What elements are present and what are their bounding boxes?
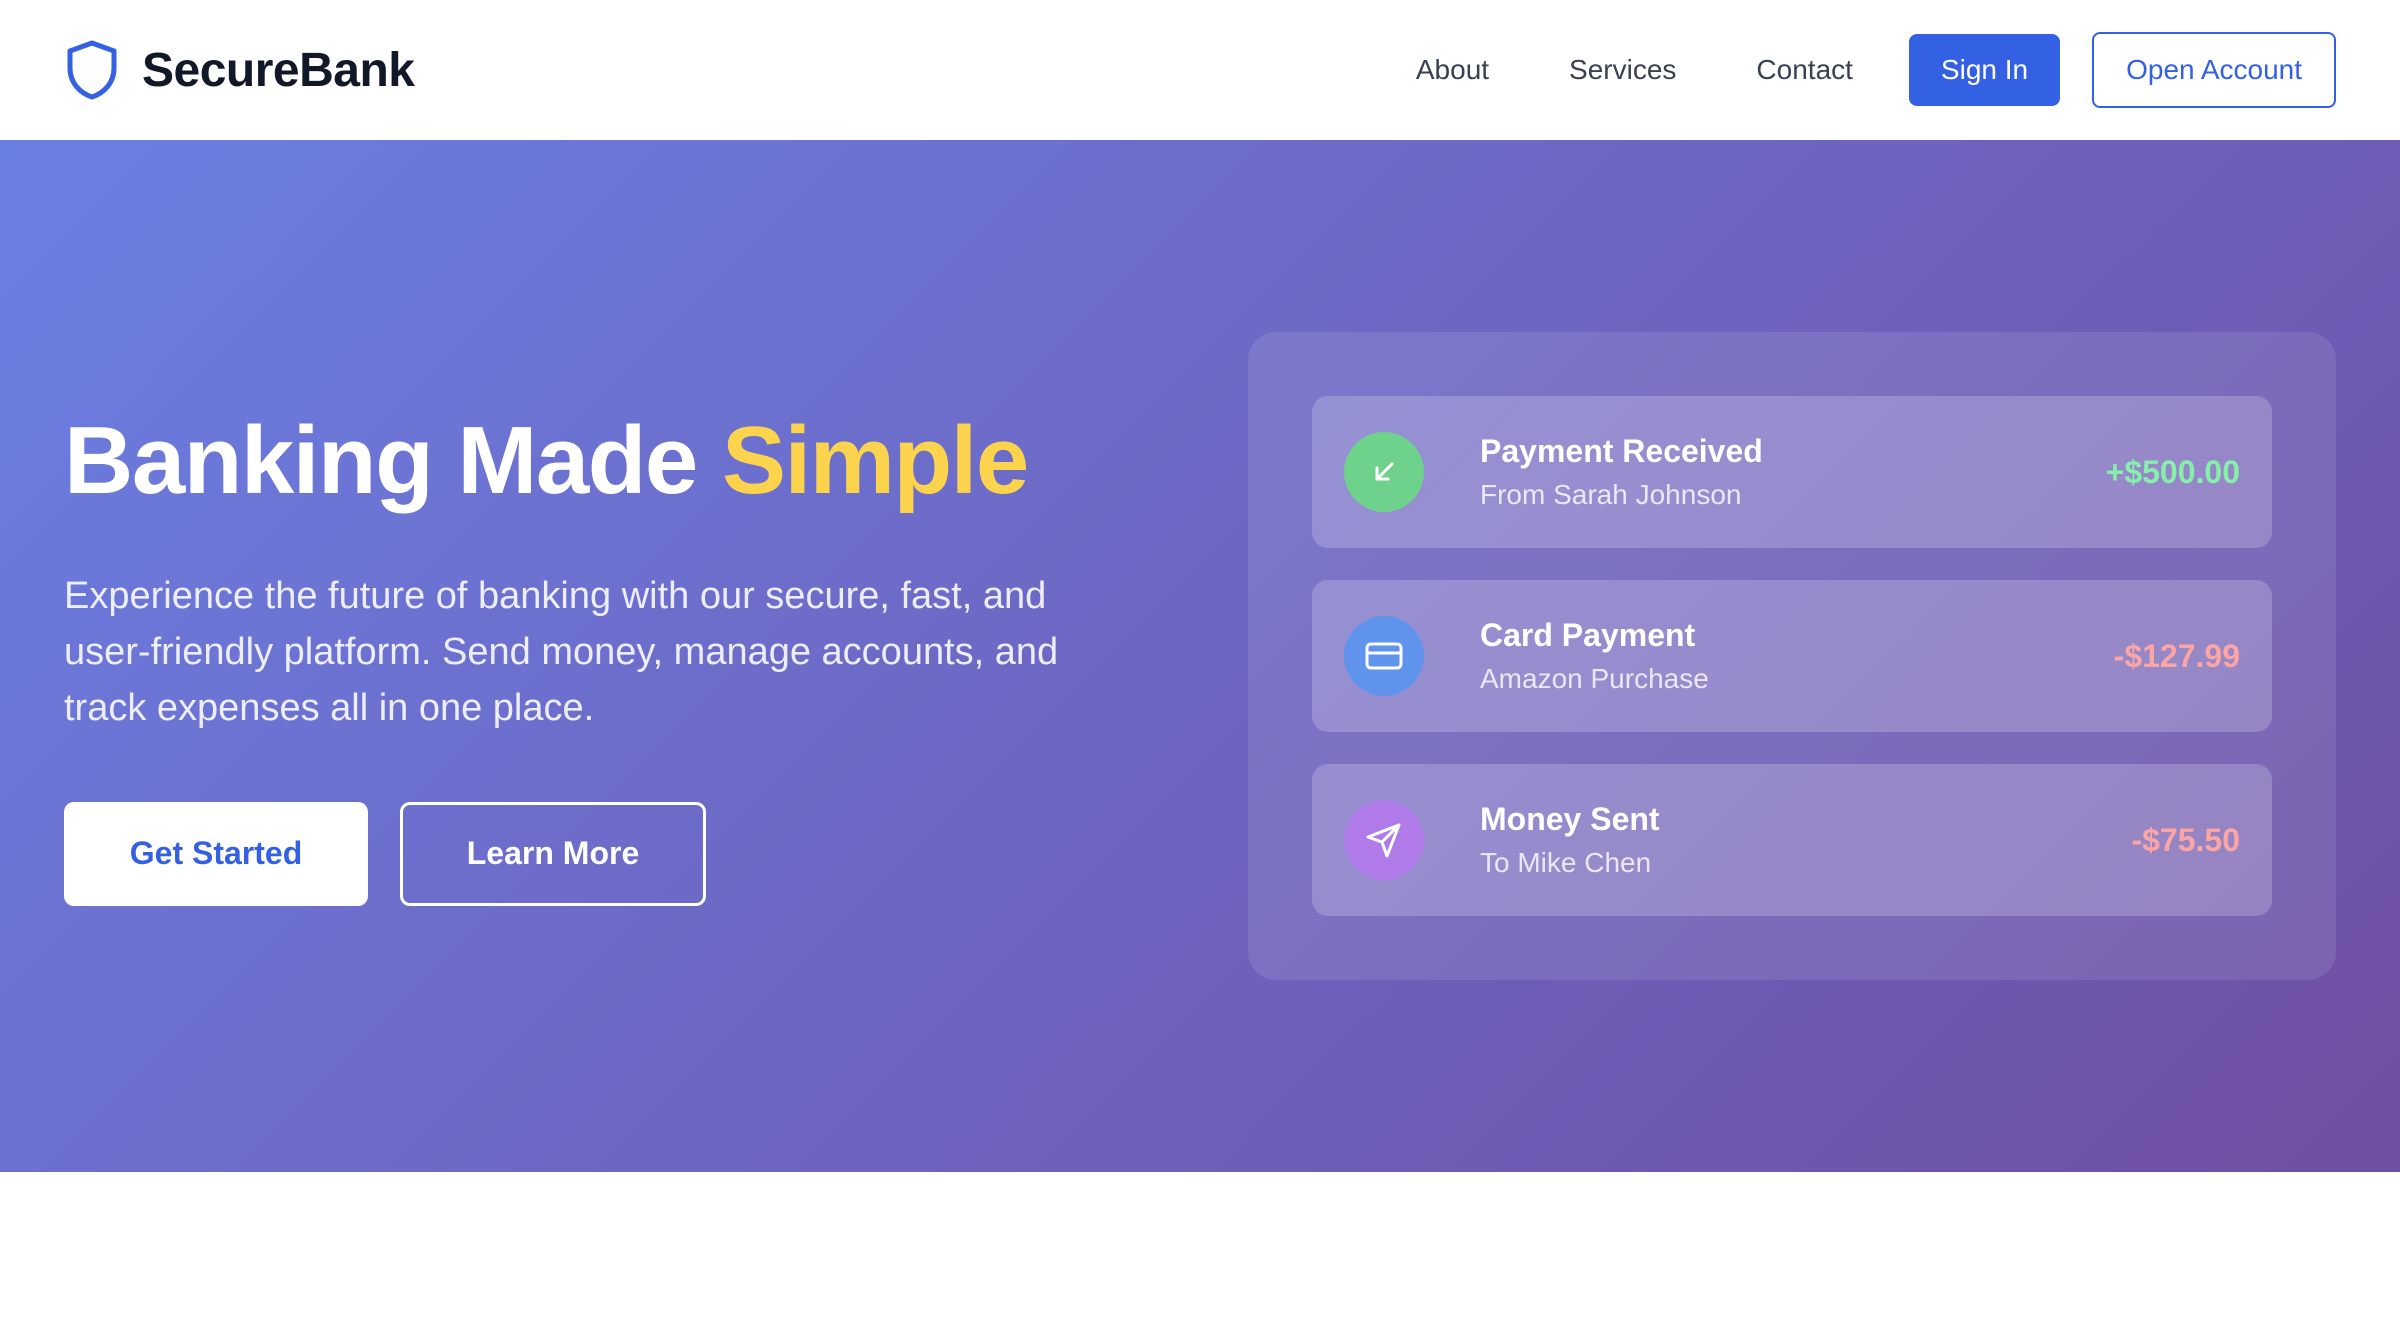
hero-title-main: Banking Made <box>64 407 698 514</box>
nav-link-services[interactable]: Services <box>1569 56 1676 84</box>
transaction-amount: -$127.99 <box>2113 637 2240 674</box>
transaction-description: To Mike Chen <box>1480 847 1652 879</box>
transaction-title: Payment Received <box>1480 433 1763 469</box>
learn-more-button[interactable]: Learn More <box>400 801 706 906</box>
hero-buttons: Get Started Learn More <box>64 801 1164 906</box>
transaction-title: Money Sent <box>1480 801 1660 837</box>
nav-right: About Services Contact Sign In Open Acco… <box>1416 32 2336 108</box>
hero-content: Banking Made Simple Experience the futur… <box>64 408 1164 906</box>
credit-card-icon <box>1344 616 1424 696</box>
brand[interactable]: SecureBank <box>64 38 415 102</box>
transaction-amount: +$500.00 <box>2105 453 2240 490</box>
transaction-description: Amazon Purchase <box>1480 663 1709 695</box>
transaction-text: Money Sent To Mike Chen <box>1480 800 2131 880</box>
arrow-down-left-icon <box>1344 432 1424 512</box>
send-icon <box>1344 800 1424 880</box>
hero-section: Banking Made Simple Experience the futur… <box>0 140 2400 1172</box>
brand-name: SecureBank <box>142 43 415 97</box>
transaction-item[interactable]: Money Sent To Mike Chen -$75.50 <box>1312 764 2272 916</box>
top-navbar: SecureBank About Services Contact Sign I… <box>0 0 2400 140</box>
transaction-text: Payment Received From Sarah Johnson <box>1480 432 2106 512</box>
hero-title-accent: Simple <box>721 407 1029 514</box>
transaction-amount: -$75.50 <box>2131 821 2240 858</box>
transaction-item[interactable]: Payment Received From Sarah Johnson +$50… <box>1312 396 2272 548</box>
open-account-button[interactable]: Open Account <box>2092 32 2336 108</box>
transactions-panel: Payment Received From Sarah Johnson +$50… <box>1248 332 2336 980</box>
nav-link-contact[interactable]: Contact <box>1756 56 1853 84</box>
nav-links: About Services Contact <box>1416 56 1853 84</box>
hero-subtitle: Experience the future of banking with ou… <box>64 574 1059 729</box>
transaction-description: From Sarah Johnson <box>1480 479 1742 511</box>
get-started-button[interactable]: Get Started <box>64 801 368 906</box>
nav-link-about[interactable]: About <box>1416 56 1489 84</box>
shield-icon <box>64 38 120 102</box>
transaction-text: Card Payment Amazon Purchase <box>1480 616 2114 696</box>
hero-title: Banking Made Simple <box>64 408 1164 514</box>
transaction-item[interactable]: Card Payment Amazon Purchase -$127.99 <box>1312 580 2272 732</box>
transaction-title: Card Payment <box>1480 617 1696 653</box>
sign-in-button[interactable]: Sign In <box>1908 34 2061 106</box>
